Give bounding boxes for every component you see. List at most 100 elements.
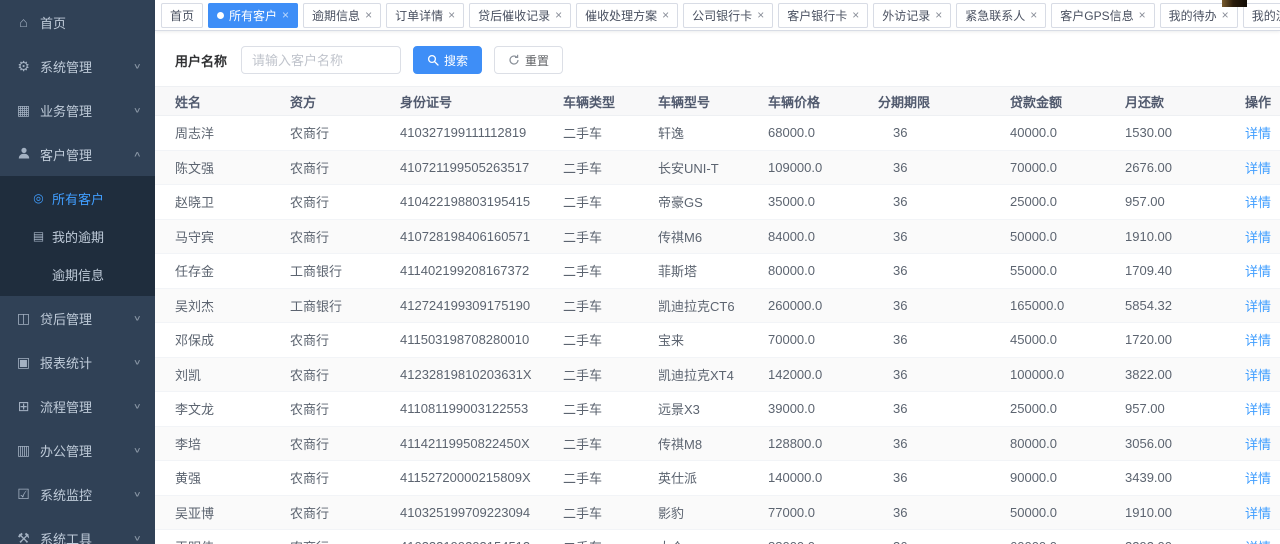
cell-monthly-payment: 5854.32 — [1125, 298, 1245, 313]
close-icon[interactable]: × — [1222, 9, 1229, 21]
username-label: 用户名称 — [175, 51, 227, 70]
cell-loan-amount: 50000.0 — [1010, 229, 1125, 244]
cell-vehicle-model: 凯迪拉克XT4 — [658, 365, 768, 384]
search-icon — [427, 54, 439, 66]
gear-icon: ⚙ — [15, 59, 32, 73]
tab-2[interactable]: 逾期信息× — [303, 3, 381, 28]
tab-label: 所有客户 — [229, 7, 277, 24]
cell-loan-amount: 55000.0 — [1010, 263, 1125, 278]
detail-link[interactable]: 详情 — [1245, 506, 1271, 521]
sidebar-item-all-customers[interactable]: ◎所有客户 — [0, 179, 155, 217]
sidebar-item-overdue-info[interactable]: 逾期信息 — [0, 255, 155, 293]
detail-link[interactable]: 详情 — [1245, 230, 1271, 245]
close-icon[interactable]: × — [1030, 9, 1037, 21]
sidebar-item-system[interactable]: ⚙系统管理∨ — [0, 44, 155, 88]
close-icon[interactable]: × — [448, 9, 455, 21]
avatar-image-fragment[interactable] — [1222, 0, 1247, 7]
sidebar-item-office[interactable]: ▥办公管理∨ — [0, 428, 155, 472]
chevron-down-icon: ∨ — [133, 445, 142, 454]
active-tab-dot — [217, 12, 224, 19]
sidebar-item-home[interactable]: ⌂首页 — [0, 0, 155, 44]
app-window: ⌂首页⚙系统管理∨▦业务管理∨客户管理∧◎所有客户▤我的逾期逾期信息◫贷后管理∨… — [0, 0, 1280, 544]
tab-9[interactable]: 紧急联系人× — [956, 3, 1046, 28]
cell-vehicle-model: 传祺M6 — [658, 227, 768, 246]
table-header-row: 姓名资方身份证号车辆类型车辆型号车辆价格分期期限贷款金额月还款操作 — [155, 86, 1280, 116]
tab-4[interactable]: 贷后催收记录× — [469, 3, 571, 28]
detail-link[interactable]: 详情 — [1245, 126, 1271, 141]
cell-vehicle-type: 二手车 — [563, 537, 658, 544]
tab-5[interactable]: 催收处理方案× — [576, 3, 678, 28]
cell-vehicle-type: 二手车 — [563, 365, 658, 384]
tab-7[interactable]: 客户银行卡× — [778, 3, 868, 28]
cell-vehicle-model: 宝来 — [658, 330, 768, 349]
cell-id-number: 41152720000215809X — [400, 470, 563, 485]
chevron-down-icon: ∨ — [133, 313, 142, 322]
sidebar-item-my-overdue[interactable]: ▤我的逾期 — [0, 217, 155, 255]
column-header-term: 分期期限 — [878, 92, 1010, 111]
cell-monthly-payment: 1709.40 — [1125, 263, 1245, 278]
sidebar-item-tools[interactable]: ⚒系统工具∨ — [0, 516, 155, 544]
cell-term: 36 — [878, 229, 1010, 244]
detail-link[interactable]: 详情 — [1245, 264, 1271, 279]
sidebar-item-label: 贷后管理 — [40, 309, 134, 328]
cell-vehicle-model: 影豹 — [658, 503, 768, 522]
close-icon[interactable]: × — [935, 9, 942, 21]
tab-10[interactable]: 客户GPS信息× — [1051, 3, 1154, 28]
reset-button[interactable]: 重置 — [494, 46, 563, 74]
tab-6[interactable]: 公司银行卡× — [683, 3, 773, 28]
cell-vehicle-model: 大众 — [658, 537, 768, 544]
home-icon: ⌂ — [15, 15, 32, 29]
tab-12[interactable]: 我的流程× — [1243, 3, 1280, 28]
sidebar-item-customer[interactable]: 客户管理∧ — [0, 132, 155, 176]
close-icon[interactable]: × — [282, 9, 289, 21]
close-icon[interactable]: × — [662, 9, 669, 21]
cell-id-number: 410322199203154512 — [400, 539, 563, 544]
detail-link[interactable]: 详情 — [1245, 299, 1271, 314]
cell-term: 36 — [878, 401, 1010, 416]
detail-link[interactable]: 详情 — [1245, 161, 1271, 176]
table-row: 黄强农商行41152720000215809X二手车英仕派140000.0369… — [155, 461, 1280, 496]
content-area: 用户名称 搜索 — [155, 31, 1280, 544]
cell-vehicle-price: 39000.0 — [768, 401, 878, 416]
sidebar-item-business[interactable]: ▦业务管理∨ — [0, 88, 155, 132]
column-header-id-number: 身份证号 — [400, 92, 563, 111]
detail-link[interactable]: 详情 — [1245, 471, 1271, 486]
close-icon[interactable]: × — [757, 9, 764, 21]
tab-3[interactable]: 订单详情 × — [386, 3, 464, 28]
sidebar-item-monitor[interactable]: ☑系统监控∨ — [0, 472, 155, 516]
tab-label: 订单详情 — [395, 7, 443, 24]
cell-vehicle-type: 二手车 — [563, 192, 658, 211]
detail-link[interactable]: 详情 — [1245, 368, 1271, 383]
search-button[interactable]: 搜索 — [413, 46, 482, 74]
column-header-vehicle-price: 车辆价格 — [768, 92, 878, 111]
cell-action: 详情 — [1245, 192, 1280, 211]
cell-name: 任存金 — [175, 261, 290, 280]
table-row: 王明伟农商行410322199203154512二手车大众88000.03660… — [155, 530, 1280, 544]
cell-monthly-payment: 3056.00 — [1125, 436, 1245, 451]
tab-8[interactable]: 外访记录× — [873, 3, 951, 28]
detail-link[interactable]: 详情 — [1245, 540, 1271, 544]
cell-vehicle-price: 35000.0 — [768, 194, 878, 209]
column-header-name: 姓名 — [175, 92, 290, 111]
sidebar-item-label: 系统监控 — [40, 485, 134, 504]
tab-0[interactable]: 首页 — [161, 3, 203, 28]
tab-1[interactable]: 所有客户 × — [208, 3, 298, 28]
table-row: 邓保成农商行411503198708280010二手车宝来70000.03645… — [155, 323, 1280, 358]
tab-label: 首页 — [170, 7, 194, 24]
sidebar-item-label: 客户管理 — [40, 145, 134, 164]
sidebar-item-loan[interactable]: ◫贷后管理∨ — [0, 296, 155, 340]
close-icon[interactable]: × — [555, 9, 562, 21]
close-icon[interactable]: × — [365, 9, 372, 21]
customer-name-input[interactable] — [241, 46, 401, 74]
sidebar-item-workflow[interactable]: ⊞流程管理∨ — [0, 384, 155, 428]
tab-label: 我的待办 — [1169, 7, 1217, 24]
close-icon[interactable]: × — [852, 9, 859, 21]
close-icon[interactable]: × — [1139, 9, 1146, 21]
detail-link[interactable]: 详情 — [1245, 195, 1271, 210]
cell-funder: 工商银行 — [290, 296, 400, 315]
cell-action: 详情 — [1245, 503, 1280, 522]
detail-link[interactable]: 详情 — [1245, 402, 1271, 417]
detail-link[interactable]: 详情 — [1245, 437, 1271, 452]
detail-link[interactable]: 详情 — [1245, 333, 1271, 348]
sidebar-item-report[interactable]: ▣报表统计∨ — [0, 340, 155, 384]
